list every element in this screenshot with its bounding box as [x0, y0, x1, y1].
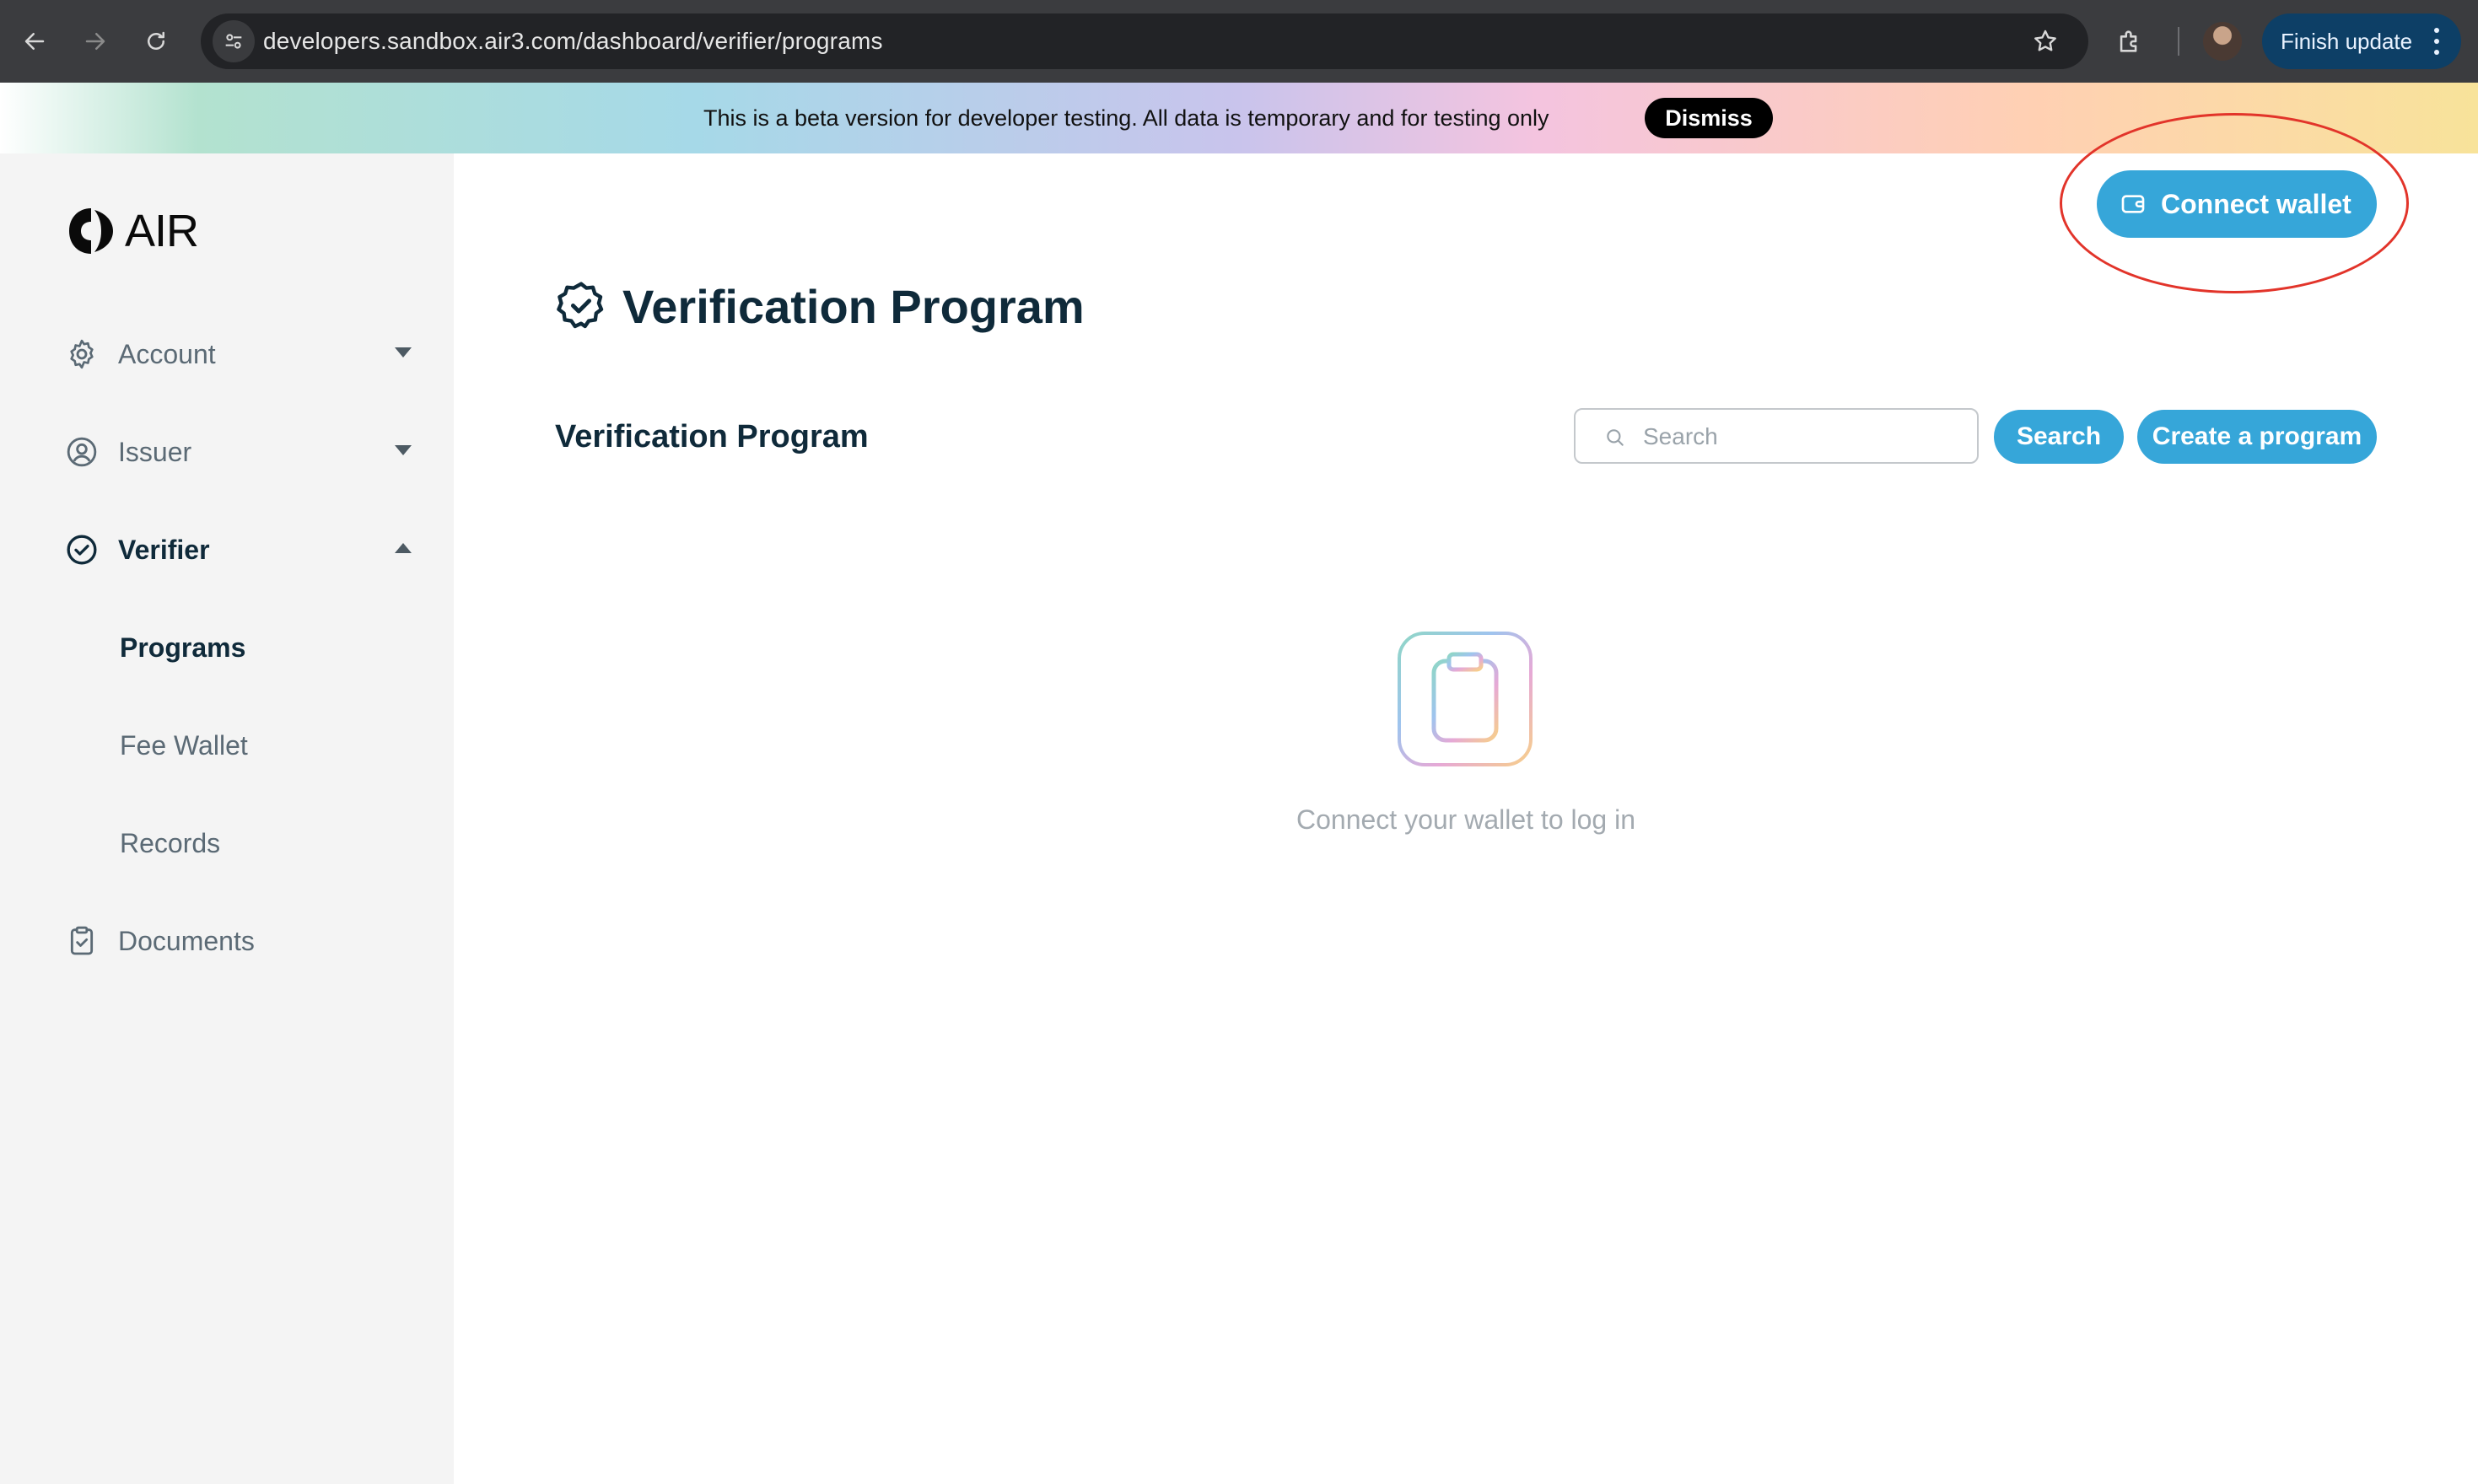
create-program-button[interactable]: Create a program [2137, 410, 2377, 464]
search-icon [1607, 429, 1624, 446]
sidebar: AIR Account Issuer Verifier Programs Fee… [0, 153, 454, 1484]
page-title-text: Verification Program [622, 279, 1085, 333]
sidebar-subitem-programs[interactable]: Programs [120, 622, 245, 673]
search-input[interactable] [1643, 417, 1964, 457]
page: developers.sandbox.air3.com/dashboard/ve… [0, 0, 2478, 1484]
sidebar-item-label: Verifier [118, 534, 210, 565]
air-logo[interactable]: AIR [66, 206, 199, 256]
address-bar[interactable]: developers.sandbox.air3.com/dashboard/ve… [201, 13, 2088, 69]
reload-icon [148, 31, 164, 50]
logo-text: AIR [125, 206, 199, 256]
check-circle-icon [64, 532, 100, 567]
sidebar-item-account[interactable]: Account [64, 329, 412, 379]
banner-message: This is a beta version for developer tes… [703, 105, 1549, 131]
browser-toolbar: developers.sandbox.air3.com/dashboard/ve… [0, 0, 2478, 83]
forward-button[interactable] [73, 19, 118, 64]
reload-button[interactable] [133, 19, 179, 64]
arrow-left-icon [24, 33, 45, 50]
arrow-right-icon [85, 33, 105, 50]
star-icon [2034, 30, 2056, 51]
section-title: Verification Program [555, 419, 869, 454]
air-logo-icon [69, 208, 113, 254]
clipboard-empty-icon [1398, 632, 1533, 766]
chevron-up-icon [395, 543, 412, 553]
sidebar-item-label: Documents [118, 925, 255, 956]
chevron-down-icon [395, 347, 412, 358]
empty-state-text: Connect your wallet to log in [1296, 804, 1635, 835]
dismiss-button[interactable]: Dismiss [1645, 98, 1773, 138]
user-circle-icon [64, 434, 100, 470]
clipboard-check-icon [64, 923, 100, 959]
finish-update-label: Finish update [2281, 28, 2413, 54]
sidebar-item-label: Issuer [118, 436, 192, 467]
verified-badge-icon [553, 278, 609, 334]
search-field[interactable] [1574, 408, 1979, 464]
url-text[interactable]: developers.sandbox.air3.com/dashboard/ve… [263, 13, 883, 69]
extensions-button[interactable] [2109, 20, 2151, 62]
profile-avatar[interactable] [2203, 22, 2242, 61]
sidebar-item-documents[interactable]: Documents [64, 916, 412, 966]
more-vert-icon [2434, 28, 2439, 55]
annotation-circle [2060, 113, 2409, 293]
sidebar-item-issuer[interactable]: Issuer [64, 427, 412, 477]
tune-icon [225, 34, 242, 49]
bookmark-button[interactable] [2026, 22, 2065, 61]
toolbar-divider [2178, 27, 2179, 56]
puzzle-icon [2120, 30, 2137, 52]
finish-update-button[interactable]: Finish update [2262, 13, 2461, 69]
sidebar-item-verifier[interactable]: Verifier [64, 524, 412, 575]
search-button[interactable]: Search [1994, 410, 2124, 464]
chevron-down-icon [395, 445, 412, 455]
back-button[interactable] [12, 19, 57, 64]
page-title: Verification Program [553, 275, 1085, 337]
sidebar-subitem-records[interactable]: Records [120, 818, 220, 868]
sidebar-item-label: Account [118, 338, 216, 369]
site-info-button[interactable] [213, 20, 255, 62]
sidebar-subitem-fee-wallet[interactable]: Fee Wallet [120, 720, 248, 771]
gear-icon [64, 336, 100, 372]
